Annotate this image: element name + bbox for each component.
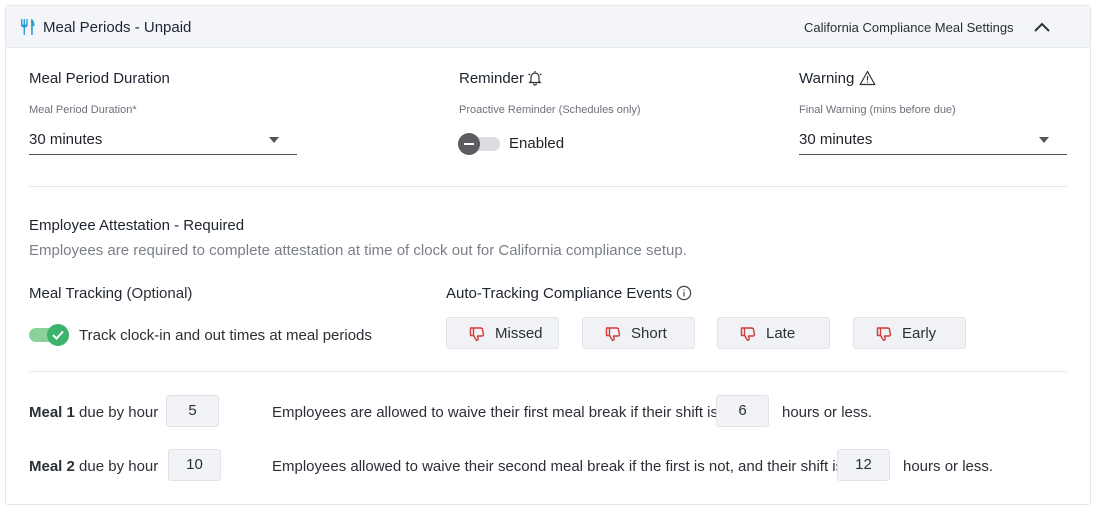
thumbs-down-icon <box>469 327 485 341</box>
thumbs-down-icon <box>740 327 756 341</box>
duration-select[interactable]: 30 minutes <box>29 127 297 155</box>
meal-tracking-toggle[interactable] <box>29 324 71 346</box>
attestation-title: Employee Attestation - Required <box>29 217 245 234</box>
meal-2-name: Meal 2 <box>29 458 75 475</box>
info-icon[interactable] <box>676 285 692 301</box>
meal-2-suffix: hours or less. <box>903 458 994 475</box>
compliance-settings-label: California Compliance Meal Settings <box>804 20 1014 35</box>
warning-title: Warning <box>799 70 855 87</box>
meal-2-due-label: Meal 2 due by hour <box>29 458 159 475</box>
meal-tracking-heading: Meal Tracking (Optional) <box>29 285 192 302</box>
reminder-toggle[interactable] <box>458 133 500 155</box>
warning-value: 30 minutes <box>799 131 873 148</box>
check-icon <box>52 330 64 340</box>
meal-1-due-hour-input[interactable]: 5 <box>166 395 219 427</box>
duration-field-label: Meal Period Duration* <box>29 104 137 116</box>
card-title: Meal Periods - Unpaid <box>43 19 192 36</box>
meal-1-due-label: Meal 1 due by hour <box>29 404 159 421</box>
warning-triangle-icon <box>859 70 876 86</box>
meal-periods-card: Meal Periods - Unpaid California Complia… <box>5 5 1091 505</box>
meal-1-waive-text: Employees are allowed to waive their fir… <box>272 404 719 421</box>
warning-field-label: Final Warning (mins before due) <box>799 104 956 116</box>
divider <box>29 186 1067 187</box>
event-short-button[interactable]: Short <box>582 317 695 349</box>
meal-2-waive-text: Employees allowed to waive their second … <box>272 458 844 475</box>
duration-title: Meal Period Duration <box>29 70 170 87</box>
thumbs-down-icon <box>876 327 892 341</box>
reminder-field-label: Proactive Reminder (Schedules only) <box>459 104 641 116</box>
event-early-button[interactable]: Early <box>853 317 966 349</box>
meal-1-suffix: hours or less. <box>782 404 873 421</box>
caret-down-icon <box>269 137 279 143</box>
meal-1-name: Meal 1 <box>29 404 75 421</box>
auto-tracking-title: Auto-Tracking Compliance Events <box>446 285 673 302</box>
duration-value: 30 minutes <box>29 131 103 148</box>
event-early-label: Early <box>902 325 937 342</box>
reminder-title: Reminder <box>459 70 525 87</box>
event-late-button[interactable]: Late <box>717 317 830 349</box>
utensils-icon <box>21 19 35 35</box>
caret-down-icon <box>1039 137 1049 143</box>
chevron-up-icon[interactable] <box>1031 19 1053 35</box>
event-missed-label: Missed <box>495 325 543 342</box>
reminder-toggle-label: Enabled <box>509 135 565 152</box>
meal-2-due-hour-input[interactable]: 10 <box>168 449 221 481</box>
warning-select[interactable]: 30 minutes <box>799 127 1067 155</box>
bell-ringing-icon <box>528 71 542 86</box>
meal-tracking-toggle-label: Track clock-in and out times at meal per… <box>79 327 372 344</box>
meal-2-waive-hours-input[interactable]: 12 <box>837 449 890 481</box>
attestation-description: Employees are required to complete attes… <box>29 242 687 259</box>
toggle-knob <box>47 324 69 346</box>
meal-1-waive-hours-input[interactable]: 6 <box>716 395 769 427</box>
meal-tracking-optional: (Optional) <box>126 285 193 302</box>
toggle-knob <box>458 133 480 155</box>
thumbs-down-icon <box>605 327 621 341</box>
divider <box>29 371 1067 372</box>
event-missed-button[interactable]: Missed <box>446 317 559 349</box>
event-short-label: Short <box>631 325 667 342</box>
event-late-label: Late <box>766 325 796 342</box>
meal-tracking-title: Meal Tracking <box>29 285 123 302</box>
card-header[interactable]: Meal Periods - Unpaid California Complia… <box>6 6 1090 48</box>
